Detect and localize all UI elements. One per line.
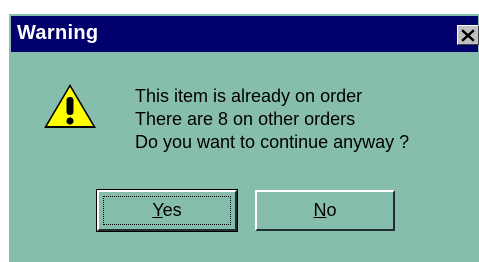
close-icon [461, 28, 475, 42]
close-button[interactable] [457, 25, 479, 45]
focus-rectangle [103, 196, 231, 225]
no-mnemonic: N [313, 200, 327, 220]
no-label-rest: o [326, 200, 337, 220]
message-line: Do you want to continue anyway ? [135, 132, 410, 152]
yes-button[interactable]: Yes [96, 189, 238, 232]
title-bar[interactable]: Warning [11, 16, 479, 52]
no-button[interactable]: No [255, 190, 395, 231]
message-line: This item is already on order [135, 86, 363, 106]
dialog-title: Warning [17, 22, 99, 44]
message-text: This item is already on order There are … [135, 85, 409, 154]
warning-dialog: Warning This item is already on order Th… [8, 13, 479, 262]
warning-triangle-icon [44, 84, 96, 128]
no-button-label: No [313, 200, 336, 221]
message-line: There are 8 on other orders [135, 109, 356, 129]
